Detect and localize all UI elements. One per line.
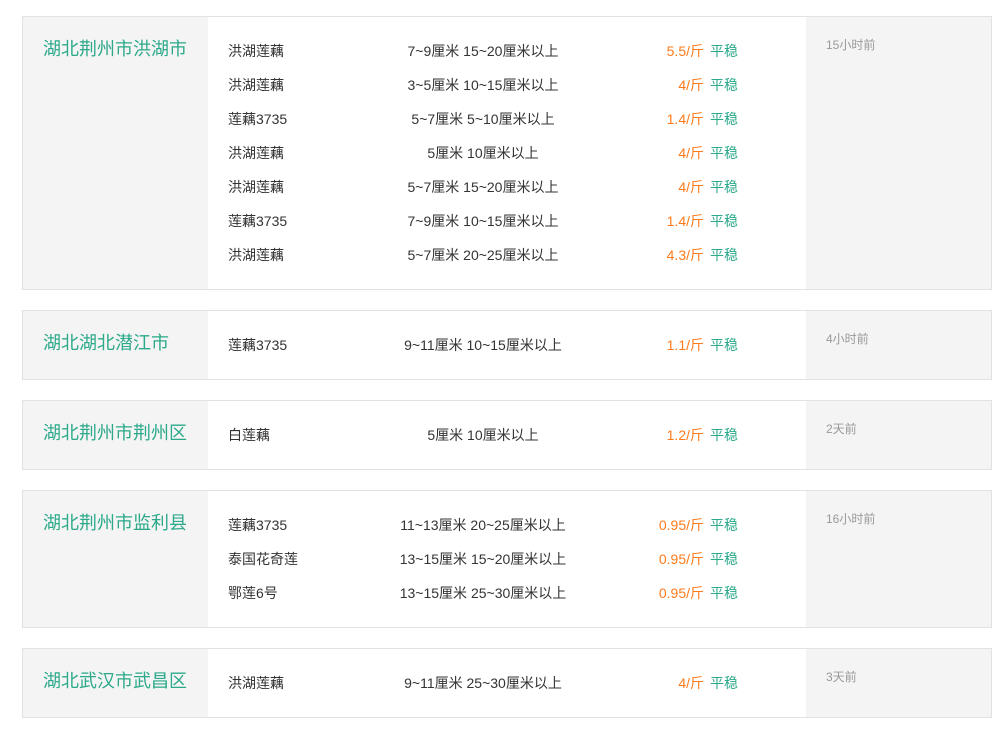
product-name[interactable]: 莲藕3735 xyxy=(208,335,358,355)
product-spec: 5厘米 10厘米以上 xyxy=(427,145,539,161)
price-row: 洪湖莲藕 7~9厘米 15~20厘米以上 5.5/斤 平稳 xyxy=(208,34,806,68)
product-price: 1.4/斤 xyxy=(666,213,704,229)
market-block: 湖北湖北潜江市 莲藕3735 9~11厘米 10~15厘米以上 1.1/斤 平稳 4小时前 xyxy=(22,310,992,380)
product-name[interactable]: 洪湖莲藕 xyxy=(208,245,358,265)
product-name[interactable]: 白莲藕 xyxy=(208,425,358,445)
price-trend: 平稳 xyxy=(710,585,738,601)
price-row: 洪湖莲藕 3~5厘米 10~15厘米以上 4/斤 平稳 xyxy=(208,68,806,102)
product-spec: 11~13厘米 20~25厘米以上 xyxy=(400,517,566,533)
product-spec: 7~9厘米 10~15厘米以上 xyxy=(407,213,559,229)
price-row: 泰国花奇莲 13~15厘米 15~20厘米以上 0.95/斤 平稳 xyxy=(208,542,806,576)
product-name[interactable]: 鄂莲6号 xyxy=(208,583,358,603)
product-price: 4/斤 xyxy=(678,145,704,161)
product-name[interactable]: 莲藕3735 xyxy=(208,515,358,535)
product-price: 5.5/斤 xyxy=(666,43,704,59)
product-spec: 9~11厘米 10~15厘米以上 xyxy=(404,337,562,353)
price-row: 白莲藕 5厘米 10厘米以上 1.2/斤 平稳 xyxy=(208,418,806,452)
price-trend: 平稳 xyxy=(710,675,738,691)
price-trend: 平稳 xyxy=(710,427,738,443)
update-time: 16小时前 xyxy=(826,512,876,526)
market-location-link[interactable]: 湖北湖北潜江市 xyxy=(23,311,208,379)
market-location-link[interactable]: 湖北武汉市武昌区 xyxy=(23,649,208,717)
product-spec: 3~5厘米 10~15厘米以上 xyxy=(407,77,559,93)
market-location-link[interactable]: 湖北荆州市荆州区 xyxy=(23,401,208,469)
market-price-list: 湖北荆州市洪湖市 洪湖莲藕 7~9厘米 15~20厘米以上 5.5/斤 平稳 洪湖莲藕 3~… xyxy=(22,16,992,738)
price-trend: 平稳 xyxy=(710,517,738,533)
product-name[interactable]: 莲藕3735 xyxy=(208,211,358,231)
market-block: 湖北武汉市武昌区 洪湖莲藕 9~11厘米 25~30厘米以上 4/斤 平稳 3天前 xyxy=(22,648,992,718)
product-name[interactable]: 洪湖莲藕 xyxy=(208,177,358,197)
update-time: 3天前 xyxy=(826,670,857,684)
product-name[interactable]: 泰国花奇莲 xyxy=(208,549,358,569)
product-spec: 5~7厘米 5~10厘米以上 xyxy=(411,111,555,127)
price-trend: 平稳 xyxy=(710,213,738,229)
product-price: 1.2/斤 xyxy=(666,427,704,443)
update-time: 2天前 xyxy=(826,422,857,436)
update-time: 4小时前 xyxy=(826,332,869,346)
product-spec: 5~7厘米 20~25厘米以上 xyxy=(407,247,559,263)
product-price: 4/斤 xyxy=(678,675,704,691)
price-row: 莲藕3735 9~11厘米 10~15厘米以上 1.1/斤 平稳 xyxy=(208,328,806,362)
price-row: 鄂莲6号 13~15厘米 25~30厘米以上 0.95/斤 平稳 xyxy=(208,576,806,610)
price-trend: 平稳 xyxy=(710,145,738,161)
product-price: 4/斤 xyxy=(678,179,704,195)
market-block: 湖北荆州市监利县 莲藕3735 11~13厘米 20~25厘米以上 0.95/斤 平稳泰… xyxy=(22,490,992,628)
product-spec: 7~9厘米 15~20厘米以上 xyxy=(407,43,559,59)
price-row: 莲藕3735 5~7厘米 5~10厘米以上 1.4/斤 平稳 xyxy=(208,102,806,136)
price-items: 莲藕3735 9~11厘米 10~15厘米以上 1.1/斤 平稳 xyxy=(208,311,806,379)
product-price: 1.1/斤 xyxy=(666,337,704,353)
price-row: 洪湖莲藕 9~11厘米 25~30厘米以上 4/斤 平稳 xyxy=(208,666,806,700)
product-price: 4/斤 xyxy=(678,77,704,93)
price-row: 莲藕3735 7~9厘米 10~15厘米以上 1.4/斤 平稳 xyxy=(208,204,806,238)
market-block: 湖北荆州市洪湖市 洪湖莲藕 7~9厘米 15~20厘米以上 5.5/斤 平稳 洪湖莲藕 3~… xyxy=(22,16,992,290)
product-spec: 13~15厘米 25~30厘米以上 xyxy=(399,585,567,601)
price-items: 莲藕3735 11~13厘米 20~25厘米以上 0.95/斤 平稳 泰国花奇莲 13~1… xyxy=(208,491,806,627)
product-spec: 9~11厘米 25~30厘米以上 xyxy=(404,675,562,691)
product-spec: 5~7厘米 15~20厘米以上 xyxy=(407,179,559,195)
product-name[interactable]: 洪湖莲藕 xyxy=(208,143,358,163)
price-trend: 平稳 xyxy=(710,337,738,353)
price-trend: 平稳 xyxy=(710,247,738,263)
product-name[interactable]: 莲藕3735 xyxy=(208,109,358,129)
product-spec: 5厘米 10厘米以上 xyxy=(427,427,539,443)
price-items: 洪湖莲藕 9~11厘米 25~30厘米以上 4/斤 平稳 xyxy=(208,649,806,717)
price-row: 洪湖莲藕 5~7厘米 20~25厘米以上 4.3/斤 平稳 xyxy=(208,238,806,272)
product-price: 0.95/斤 xyxy=(658,585,704,601)
price-items: 洪湖莲藕 7~9厘米 15~20厘米以上 5.5/斤 平稳 洪湖莲藕 3~5厘米 10~1… xyxy=(208,17,806,289)
market-block: 湖北荆州市荆州区 白莲藕 5厘米 10厘米以上 1.2/斤 平稳 2天前 xyxy=(22,400,992,470)
price-trend: 平稳 xyxy=(710,43,738,59)
product-name[interactable]: 洪湖莲藕 xyxy=(208,673,358,693)
product-price: 4.3/斤 xyxy=(666,247,704,263)
price-trend: 平稳 xyxy=(710,551,738,567)
price-row: 洪湖莲藕 5厘米 10厘米以上 4/斤 平稳 xyxy=(208,136,806,170)
price-row: 莲藕3735 11~13厘米 20~25厘米以上 0.95/斤 平稳 xyxy=(208,508,806,542)
product-name[interactable]: 洪湖莲藕 xyxy=(208,41,358,61)
product-name[interactable]: 洪湖莲藕 xyxy=(208,75,358,95)
product-price: 0.95/斤 xyxy=(658,551,704,567)
price-items: 白莲藕 5厘米 10厘米以上 1.2/斤 平稳 xyxy=(208,401,806,469)
price-trend: 平稳 xyxy=(710,111,738,127)
market-location-link[interactable]: 湖北荆州市监利县 xyxy=(23,491,208,627)
product-spec: 13~15厘米 15~20厘米以上 xyxy=(399,551,567,567)
update-time: 15小时前 xyxy=(826,38,876,52)
market-location-link[interactable]: 湖北荆州市洪湖市 xyxy=(23,17,208,289)
price-trend: 平稳 xyxy=(710,77,738,93)
price-trend: 平稳 xyxy=(710,179,738,195)
price-row: 洪湖莲藕 5~7厘米 15~20厘米以上 4/斤 平稳 xyxy=(208,170,806,204)
product-price: 1.4/斤 xyxy=(666,111,704,127)
product-price: 0.95/斤 xyxy=(658,517,704,533)
